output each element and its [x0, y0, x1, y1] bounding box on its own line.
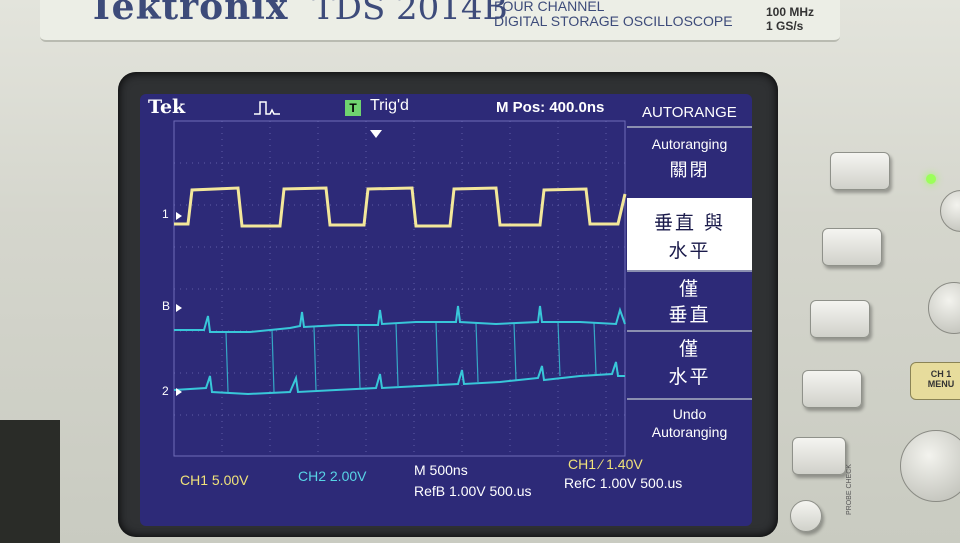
option-vert-only-line1: 僅	[678, 278, 700, 300]
ch1-menu-label: MENU	[927, 379, 955, 389]
ch1-marker: 1	[162, 207, 169, 221]
ch2-transition-spikes	[225, 321, 597, 393]
menu-button-6[interactable]	[790, 500, 822, 532]
autoranging-state: 關閉	[669, 160, 710, 181]
trigger-position-marker	[370, 130, 382, 138]
timebase-readout: M 500ns	[414, 462, 468, 478]
power-indicator-led	[926, 174, 936, 184]
menu-button-2[interactable]	[822, 228, 882, 266]
ch1-scale-readout: CH1 5.00V	[180, 472, 249, 488]
menu-item-vertical-only[interactable]: 僅 垂直	[627, 270, 752, 332]
menu-item-horizontal-only[interactable]: 僅 水平	[627, 330, 752, 398]
ch2-trace	[173, 361, 625, 396]
scope-display: Tek T Trig'd M Pos: 400.0ns AUTORANGE 1 …	[140, 94, 752, 526]
menu-position-readout: M Pos: 400.0ns	[496, 99, 605, 116]
bandwidth-spec: 100 MHz	[766, 5, 815, 19]
ch2-marker: 2	[162, 384, 169, 398]
autoranging-label: Autoranging	[651, 136, 728, 152]
undo-line1: Undo	[672, 406, 707, 422]
refb-marker: B	[162, 299, 171, 313]
tek-logo: Tek	[148, 96, 186, 118]
ch1-menu-button[interactable]: CH 1 MENU	[910, 362, 960, 400]
menu-item-undo-autoranging[interactable]: Undo Autoranging	[627, 398, 752, 456]
refb-readout: RefB 1.00V 500.us	[414, 483, 532, 499]
trigger-level-readout: CH1 ∕ 1.40V	[568, 456, 643, 472]
graticule-grid	[173, 120, 625, 457]
probe-check-label: PROBE CHECK	[846, 464, 853, 515]
option-vert-horiz-line2: 水平	[668, 240, 711, 262]
ch1-trace	[174, 186, 627, 228]
autorange-menu-title: AUTORANGE	[642, 104, 737, 121]
menu-item-autoranging[interactable]: Autoranging 關閉	[627, 126, 752, 198]
description-line-2: DIGITAL STORAGE OSCILLOSCOPE	[494, 13, 733, 29]
menu-button-4[interactable]	[802, 370, 862, 408]
ch2-scale-readout: CH2 2.00V	[298, 468, 367, 484]
option-horiz-only-line1: 僅	[678, 338, 700, 360]
ch1-button-label: CH 1	[930, 369, 952, 379]
option-horiz-only-line2: 水平	[668, 366, 711, 388]
pulse-icon	[254, 101, 280, 115]
description-line-1: FOUR CHANNEL	[494, 0, 605, 14]
menu-button-3[interactable]	[810, 300, 870, 338]
trigger-status: Trig'd	[370, 97, 409, 114]
refb-marker-arrow	[176, 304, 182, 312]
trigger-status-icon: T	[345, 100, 361, 116]
ch2-reference-b-trace	[174, 305, 626, 333]
brand-logo: Tektronix	[88, 0, 289, 28]
ch1-marker-arrow	[176, 212, 182, 220]
menu-item-vertical-and-horizontal[interactable]: 垂直 與 水平	[627, 198, 752, 270]
refc-readout: RefC 1.00V 500.us	[564, 475, 683, 491]
left-cable-area	[0, 420, 60, 543]
undo-line2: Autoranging	[651, 424, 728, 440]
sample-rate-spec: 1 GS/s	[766, 19, 804, 33]
menu-button-5[interactable]	[792, 437, 846, 475]
option-vert-horiz-line1: 垂直 與	[653, 212, 726, 234]
option-vert-only-line2: 垂直	[668, 304, 711, 326]
menu-button-1[interactable]	[830, 152, 890, 190]
model-name: TDS 2014B	[312, 0, 508, 28]
graticule-border	[173, 120, 626, 457]
